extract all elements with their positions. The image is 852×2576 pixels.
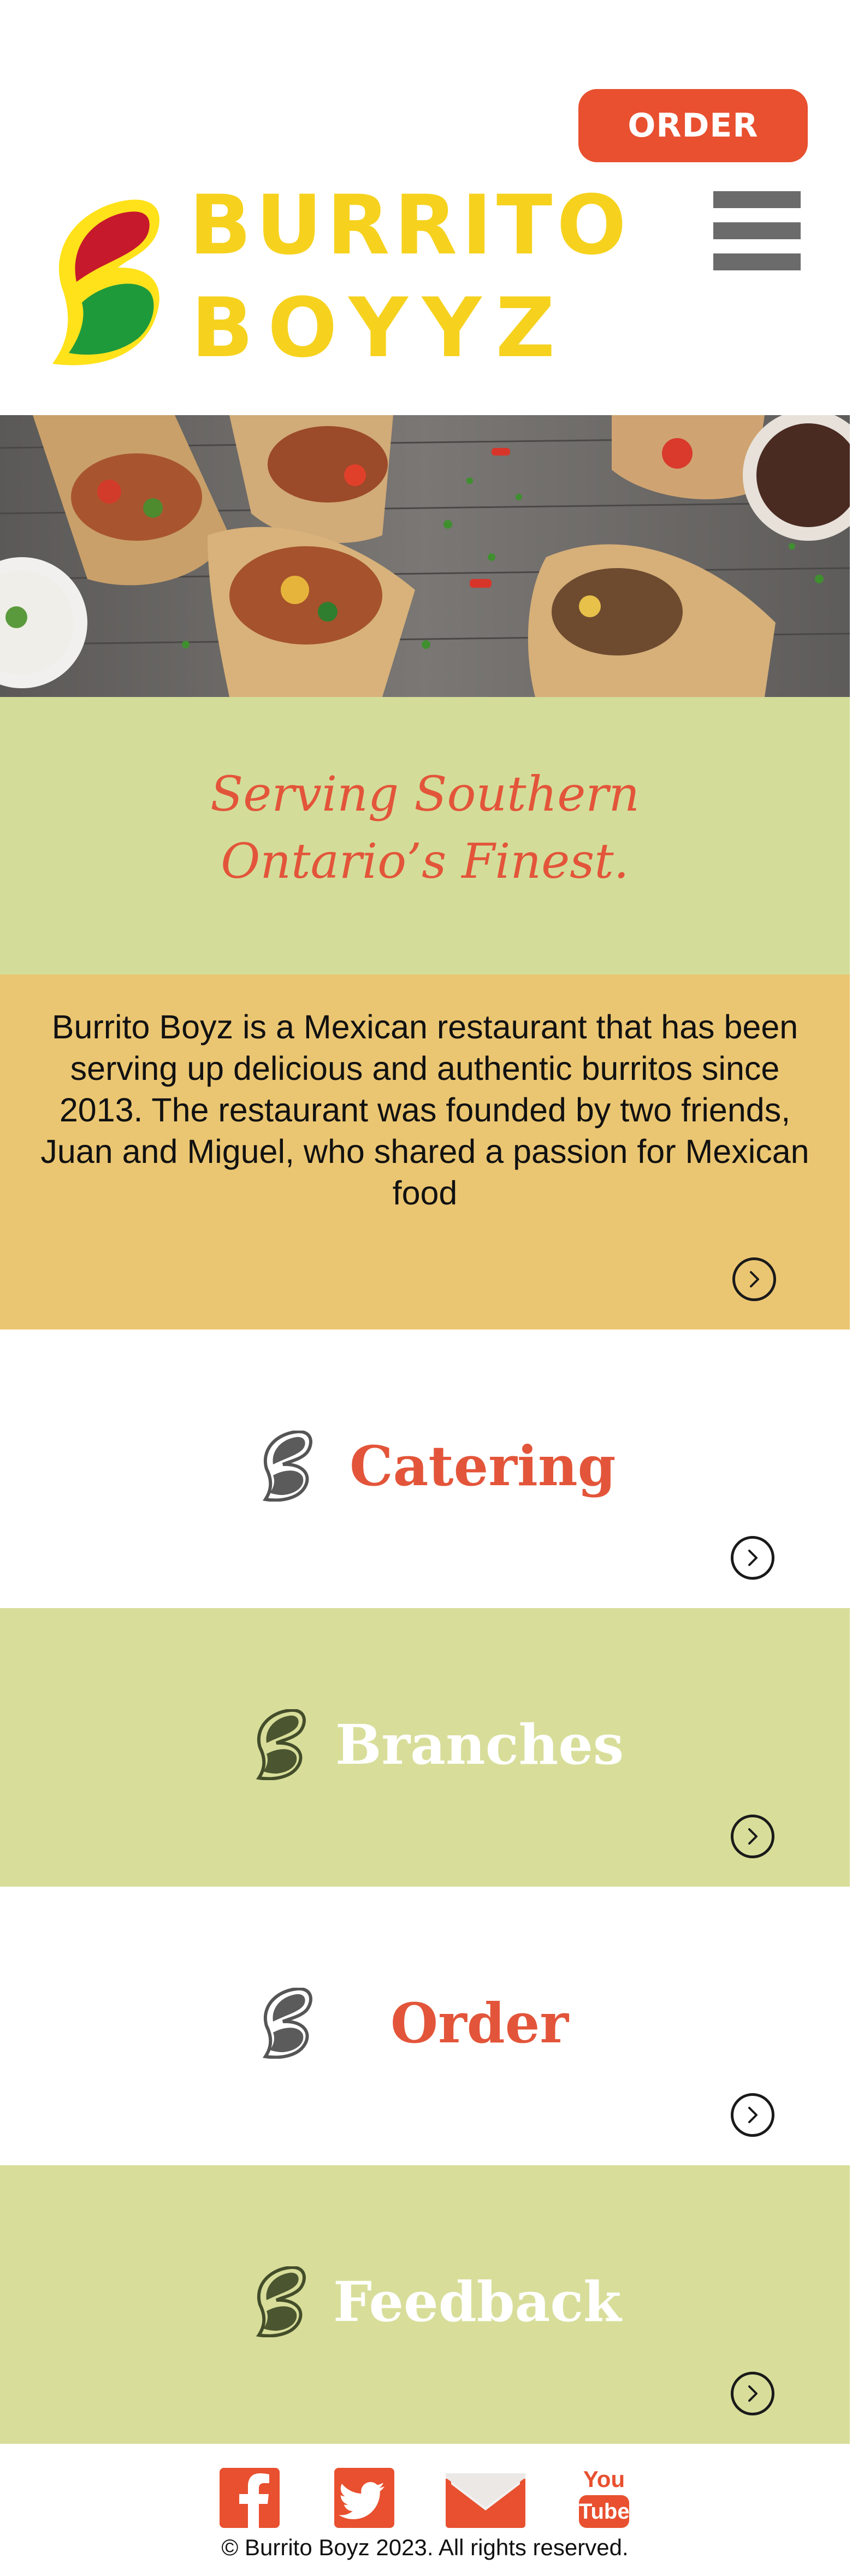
tagline-band: Serving Southern Ontario’s Finest. [0,697,850,974]
chevron-right-circle-icon[interactable] [732,1257,776,1301]
section-branches[interactable]: Branches [0,1608,850,1887]
facebook-icon[interactable] [220,2468,280,2528]
brand-line-1: BURRITO [189,178,631,273]
section-catering[interactable]: Catering [0,1330,850,1608]
burritos-photo [0,415,850,697]
twitter-icon[interactable] [334,2468,394,2528]
brand-wordmark: BURRITO BOYYZ [189,178,631,376]
about-band: Burrito Boyz is a Mexican restaurant tha… [0,974,850,1330]
mail-icon[interactable] [446,2473,525,2528]
logo-leaf-icon [262,1431,312,1502]
section-label: Feedback [333,2270,622,2334]
youtube-tube: Tube [579,2495,630,2528]
hamburger-menu-icon[interactable] [713,191,801,270]
youtube-icon[interactable]: You Tube [577,2467,631,2530]
logo-leaf-icon [262,1988,312,2059]
order-button[interactable]: ORDER [578,89,808,162]
chevron-right-circle-icon[interactable] [731,1536,774,1580]
section-label: Branches [335,1712,624,1777]
menu-bar [713,191,801,208]
tagline: Serving Southern Ontario’s Finest. [210,765,640,889]
logo-leaf-icon [256,2266,306,2337]
logo-icon [52,199,159,365]
menu-bar [713,253,801,270]
chevron-right-circle-icon[interactable] [731,2093,774,2137]
hero-image [0,415,850,697]
brand-line-2: BOYYZ [191,281,570,376]
section-label: Order [390,1991,569,2055]
copyright: © Burrito Boyz 2023. All rights reserved… [221,2534,629,2560]
menu-bar [713,222,801,239]
section-feedback[interactable]: Feedback [0,2165,850,2444]
page: ORDER BURRITO BOYYZ Serving Southern Ont… [0,0,852,2576]
section-order[interactable]: Order [0,1887,850,2165]
logo-leaf-icon [256,1709,306,1780]
section-label: Catering [350,1434,616,1498]
youtube-you: You [583,2466,625,2492]
about-text: Burrito Boyz is a Mexican restaurant tha… [40,1008,809,1212]
chevron-right-circle-icon[interactable] [731,2372,774,2415]
chevron-right-circle-icon[interactable] [731,1815,774,1858]
